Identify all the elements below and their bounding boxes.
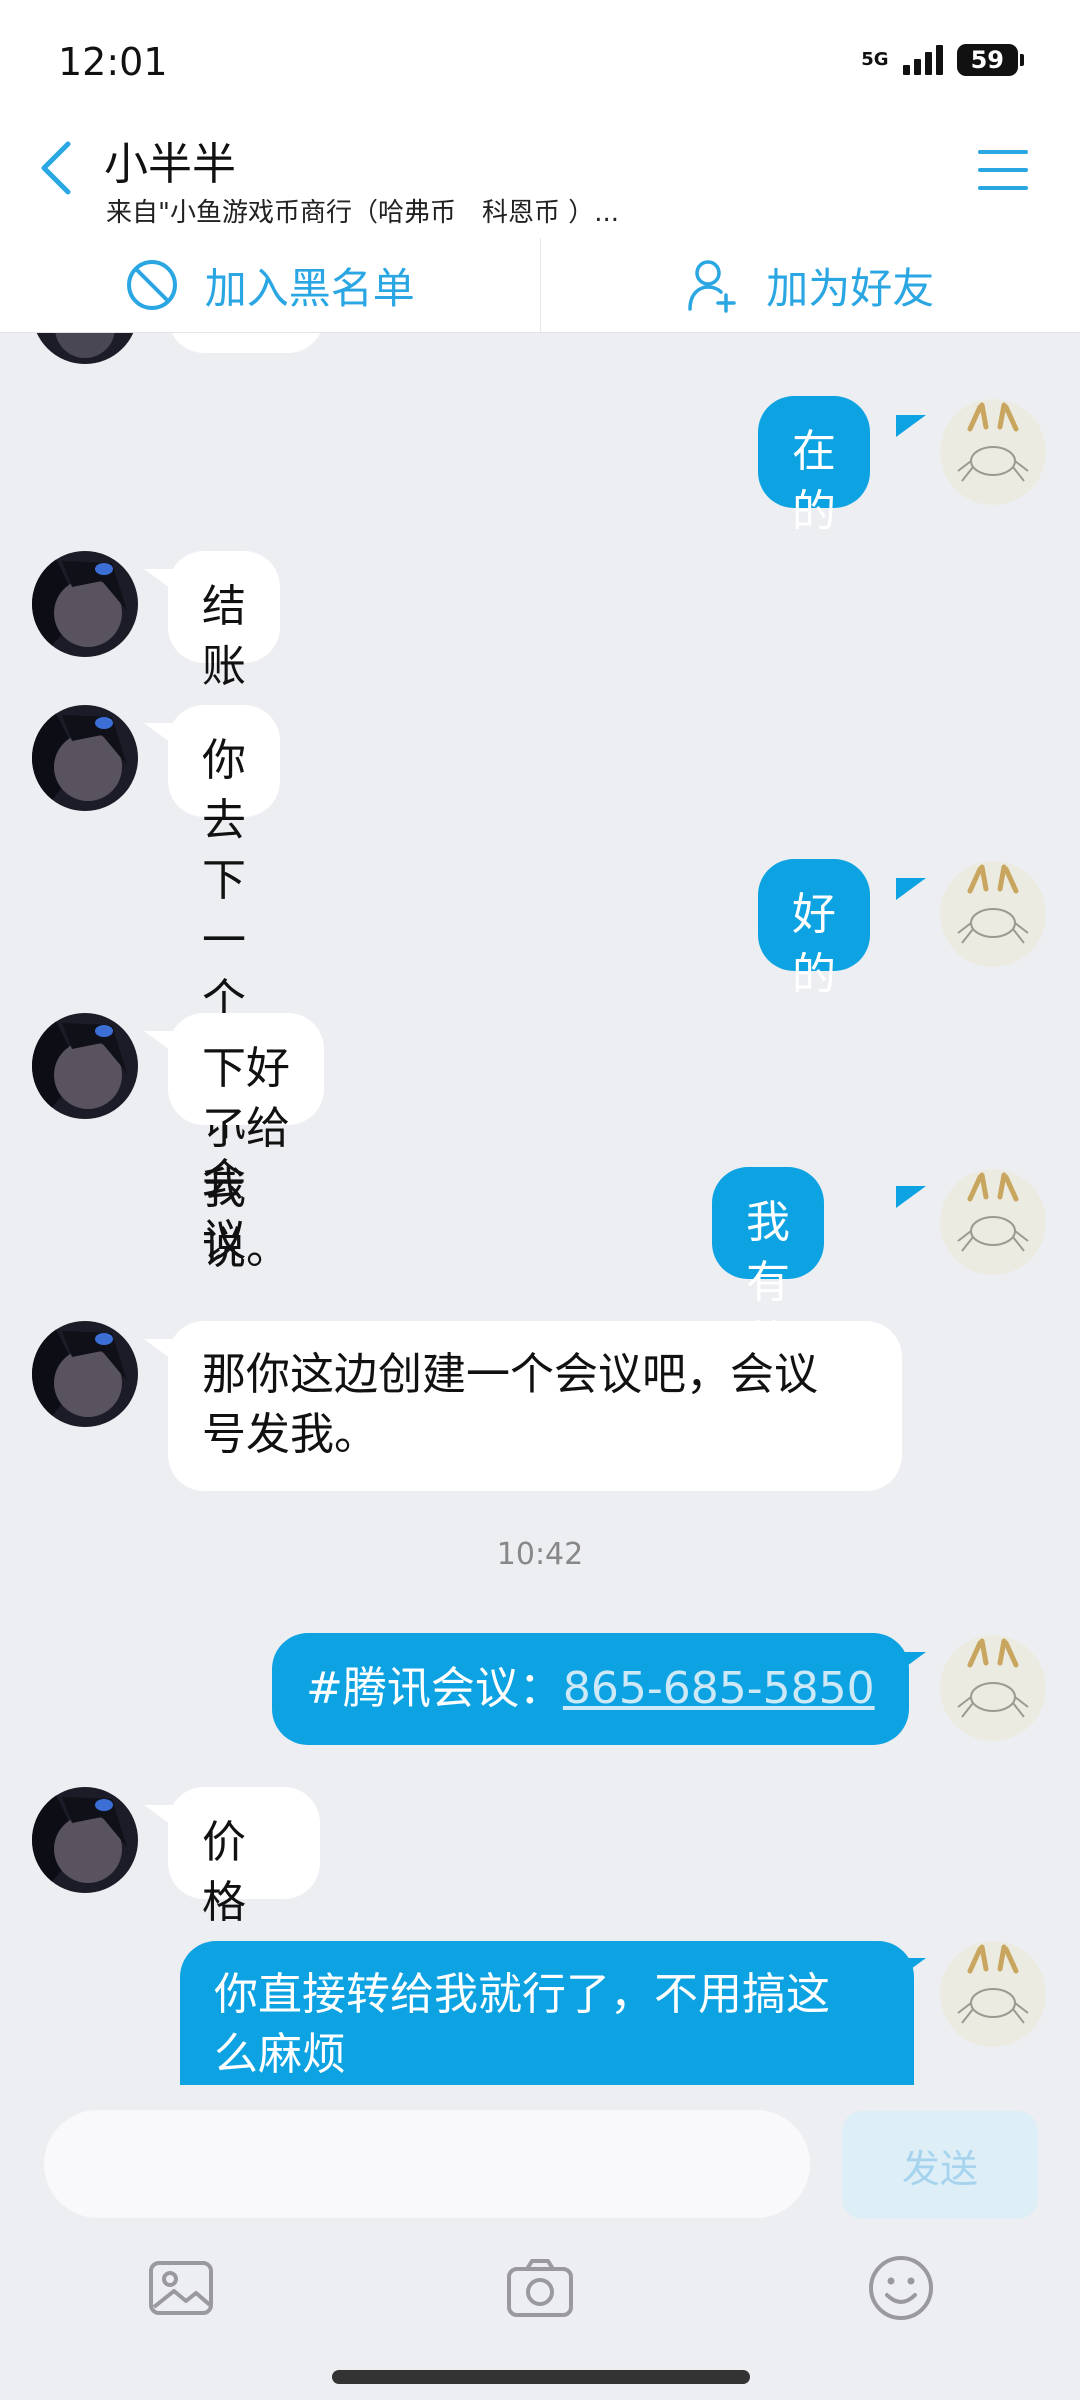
message-line: 么麻烦 bbox=[214, 2029, 346, 2080]
message-bubble[interactable]: 你去下一个腾讯会议 bbox=[168, 705, 280, 1266]
emoji-icon[interactable] bbox=[866, 2253, 936, 2323]
message-bubble[interactable]: 下好了给我说。 bbox=[168, 1013, 324, 1274]
message-line: 你直接转给我就行了，不用搞这 bbox=[214, 1969, 830, 2020]
message-bubble[interactable]: 结账了 bbox=[168, 551, 280, 752]
menu-button[interactable] bbox=[978, 150, 1028, 194]
contact-avatar[interactable] bbox=[32, 1787, 138, 1893]
action-bar: 加入黑名单 加为好友 bbox=[0, 238, 1080, 333]
user-avatar[interactable] bbox=[940, 861, 1046, 967]
chat-area[interactable]: 在的 结账了 你去下一个腾讯会议 bbox=[0, 333, 1080, 2085]
add-friend-button[interactable]: 加为好友 bbox=[539, 238, 1080, 332]
contact-avatar[interactable] bbox=[32, 551, 138, 657]
user-avatar[interactable] bbox=[940, 1169, 1046, 1275]
message-bubble[interactable]: 那你这边创建一个会议吧，会议 号发我。 bbox=[168, 1321, 902, 1491]
user-avatar[interactable] bbox=[940, 1941, 1046, 2047]
chevron-left-icon bbox=[41, 141, 71, 195]
user-avatar[interactable] bbox=[940, 1635, 1046, 1741]
status-icons: 5G 59 bbox=[861, 44, 1025, 76]
status-time: 12:01 bbox=[58, 40, 168, 84]
message-bubble[interactable]: 在的 bbox=[758, 396, 870, 537]
user-avatar[interactable] bbox=[940, 399, 1046, 505]
message-bubble[interactable]: 价格一共是358 bbox=[168, 1787, 320, 2085]
contact-name: 小半半 bbox=[104, 139, 236, 190]
message-input[interactable] bbox=[44, 2110, 810, 2218]
home-indicator[interactable] bbox=[332, 2370, 750, 2384]
image-icon[interactable] bbox=[146, 2253, 216, 2323]
message-bubble[interactable]: 我有的 bbox=[712, 1167, 824, 1368]
menu-icon bbox=[978, 150, 1028, 154]
contact-avatar[interactable] bbox=[32, 333, 138, 364]
back-button[interactable] bbox=[36, 138, 76, 198]
meeting-link[interactable]: 865-685-5850 bbox=[563, 1663, 875, 1714]
camera-icon[interactable] bbox=[505, 2253, 575, 2323]
block-button[interactable]: 加入黑名单 bbox=[0, 238, 540, 332]
battery-icon: 59 bbox=[956, 44, 1025, 76]
input-bar: 发送 bbox=[0, 2085, 1080, 2400]
message-bubble[interactable]: #腾讯会议：865-685-5850 bbox=[272, 1633, 909, 1745]
add-user-icon bbox=[688, 260, 736, 313]
contact-avatar[interactable] bbox=[32, 705, 138, 811]
chat-header: 小半半 来自"小鱼游戏币商行（哈弗币 科恩币 ）... bbox=[0, 120, 1080, 238]
message-bubble[interactable]: 你直接转给我就行了，不用搞这 么麻烦 bbox=[180, 1941, 914, 2085]
contact-source: 来自"小鱼游戏币商行（哈弗币 科恩币 ）... bbox=[106, 198, 620, 228]
signal-icon bbox=[902, 45, 943, 75]
time-separator: 10:42 bbox=[496, 1537, 584, 1572]
contact-avatar[interactable] bbox=[32, 1013, 138, 1119]
message-line: 那你这边创建一个会议吧，会议 bbox=[202, 1349, 818, 1400]
block-icon bbox=[126, 260, 177, 310]
message-line: 号发我。 bbox=[202, 1409, 378, 1460]
message-bubble[interactable]: 好的 bbox=[758, 859, 870, 1000]
contact-avatar[interactable] bbox=[32, 1321, 138, 1427]
block-label: 加入黑名单 bbox=[204, 263, 415, 313]
network-type: 5G bbox=[861, 49, 889, 70]
add-friend-label: 加为好友 bbox=[766, 263, 935, 313]
message-text: #腾讯会议： bbox=[306, 1663, 563, 1714]
status-bar: 12:01 5G 59 bbox=[0, 0, 1080, 120]
send-button[interactable]: 发送 bbox=[842, 2111, 1038, 2219]
